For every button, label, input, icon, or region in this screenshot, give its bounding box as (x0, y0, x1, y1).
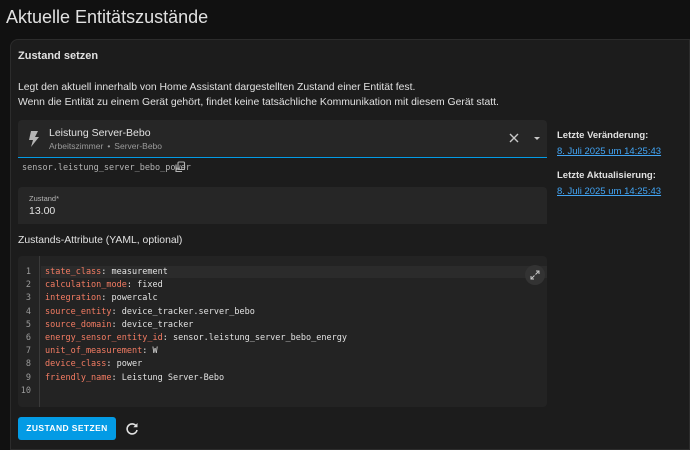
yaml-colon: : (101, 293, 112, 304)
chevron-down-icon[interactable] (530, 131, 544, 145)
line-number: 10 (20, 385, 31, 396)
line-number: 5 (25, 319, 31, 330)
card-description: Legt den aktuell innerhalb von Home Assi… (18, 81, 578, 110)
code-line[interactable]: friendly_name: Leistung Server-Bebo (45, 373, 224, 383)
line-number: 6 (25, 333, 31, 343)
entity-picker[interactable]: Leistung Server-Bebo Arbeitszimmer • Serve… (18, 120, 547, 158)
card-header: Zustand setzen (18, 50, 99, 62)
yaml-key: source_entity (45, 306, 112, 317)
yaml-value: device_tracker.server_bebo (121, 306, 255, 317)
yaml-colon: : (111, 319, 122, 330)
state-field-label: Zustand* (29, 194, 60, 203)
page-title: Aktuelle Entitätszustände (6, 7, 209, 27)
yaml-value: powercalc (111, 293, 158, 304)
last-updated-label: Letzte Aktualisierung: (557, 170, 656, 181)
code-line[interactable]: energy_sensor_entity_id: sensor.leistung… (45, 333, 347, 343)
code-line[interactable]: source_domain: device_tracker (45, 320, 193, 330)
yaml-colon: : (111, 372, 122, 383)
set-state-button[interactable]: ZUSTAND SETZEN (18, 417, 116, 440)
yaml-key: state_class (45, 267, 102, 277)
yaml-colon: : (126, 280, 138, 291)
yaml-key: energy_sensor_entity_id (45, 333, 163, 343)
line-number: 3 (25, 293, 31, 304)
yaml-value: Leistung Server-Bebo (121, 372, 225, 383)
entity-name: Leistung Server-Bebo (49, 127, 151, 139)
description-line-1: Legt den aktuell innerhalb von Home Assi… (18, 82, 416, 93)
yaml-colon: : (142, 346, 153, 357)
line-number: 8 (25, 359, 31, 370)
last-changed-link[interactable]: 8. Juli 2025 um 14:25:43 (557, 146, 661, 157)
line-number: 2 (25, 280, 31, 291)
yaml-key: integration (45, 293, 102, 304)
yaml-key: unit_of_measurement (45, 346, 143, 357)
last-changed-label: Letzte Veränderung: (557, 130, 649, 141)
clear-icon[interactable] (506, 130, 522, 146)
state-field-value[interactable]: 13.00 (29, 205, 55, 217)
yaml-value: device_tracker (121, 319, 194, 330)
code-line[interactable]: source_entity: device_tracker.server_beb… (45, 307, 255, 317)
code-line[interactable]: unit_of_measurement: W (45, 346, 158, 356)
code-line[interactable]: calculation_mode: fixed (45, 280, 163, 290)
yaml-value: fixed (137, 280, 163, 291)
line-number: 9 (25, 372, 31, 383)
code-line[interactable]: device_class: power (45, 359, 142, 369)
entity-context: Arbeitszimmer • Server-Bebo (49, 141, 162, 151)
yaml-colon: : (101, 267, 112, 277)
yaml-value: W (152, 346, 158, 357)
line-number: 4 (25, 306, 31, 317)
yaml-key: calculation_mode (45, 280, 127, 291)
line-number: 1 (25, 267, 31, 277)
yaml-value: sensor.leistung_server_bebo_energy (172, 333, 347, 343)
context-separator: • (107, 141, 111, 151)
yaml-value: measurement (111, 267, 168, 277)
line-number-gutter: 1 2 3 4 5 6 7 8 9 10 (18, 256, 40, 407)
copy-icon[interactable] (174, 161, 186, 173)
entity-device: Server-Bebo (114, 141, 163, 151)
attributes-label: Zustands-Attribute (YAML, optional) (18, 235, 183, 246)
yaml-colon: : (162, 333, 173, 343)
last-updated-link[interactable]: 8. Juli 2025 um 14:25:43 (557, 186, 661, 197)
set-state-card: Zustand setzen Legt den aktuell innerhal… (10, 39, 690, 450)
state-field[interactable]: Zustand* 13.00 (18, 187, 547, 224)
entity-area: Arbeitszimmer (49, 141, 104, 151)
lightning-bolt-icon (29, 131, 39, 147)
yaml-key: source_domain (45, 319, 112, 330)
description-line-2: Wenn die Entität zu einem Gerät gehört, … (18, 96, 499, 108)
yaml-key: friendly_name (45, 372, 112, 383)
yaml-key: device_class (45, 359, 107, 370)
refresh-icon[interactable] (124, 421, 140, 437)
yaml-editor[interactable]: 1 2 3 4 5 6 7 8 9 10 state_class: measurement calc… (18, 256, 547, 407)
yaml-colon: : (111, 306, 122, 317)
code-line[interactable]: state_class: measurement (41, 266, 547, 278)
code-line[interactable]: integration: powercalc (45, 293, 158, 303)
expand-icon[interactable] (525, 265, 545, 285)
entity-id: sensor.leistung_server_bebo_power (22, 163, 191, 173)
yaml-colon: : (106, 359, 117, 370)
yaml-value: power (116, 359, 143, 370)
line-number: 7 (25, 346, 31, 357)
